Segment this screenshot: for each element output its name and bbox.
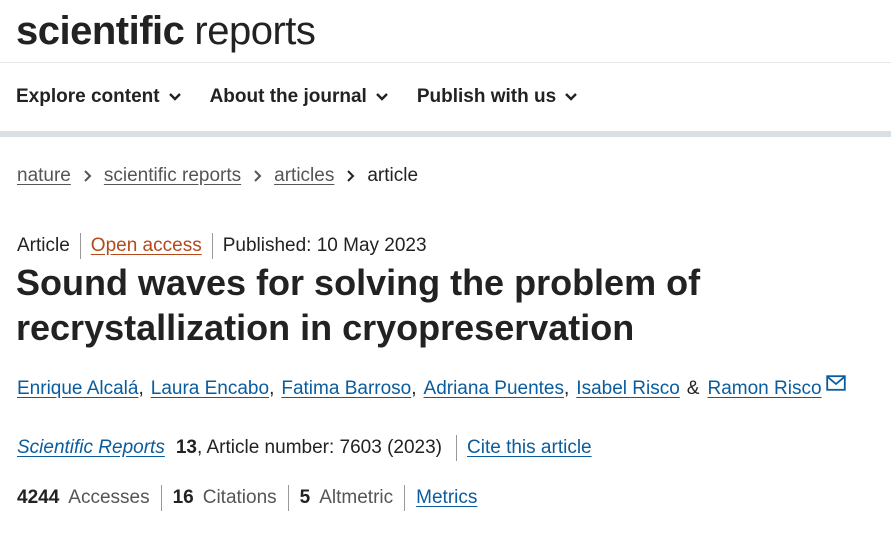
author-separator: , [411, 378, 417, 399]
breadcrumb-nature[interactable]: nature [17, 165, 71, 187]
chevron-down-icon [375, 92, 389, 102]
author-link[interactable]: Laura Encabo [151, 378, 269, 400]
mail-icon[interactable] [825, 375, 846, 391]
journal-citation: Scientific Reports 13 , Article number: … [17, 433, 592, 463]
chevron-right-icon [253, 169, 262, 183]
author-link[interactable]: Fatima Barroso [281, 378, 411, 400]
nav-about-journal[interactable]: About the journal [210, 86, 389, 108]
main-nav: Explore content About the journal Publis… [16, 63, 606, 131]
accesses-label: Accesses [68, 487, 150, 508]
open-access-link[interactable]: Open access [91, 235, 202, 257]
altmetric-label: Altmetric [319, 487, 394, 508]
breadcrumb-scientific-reports[interactable]: scientific reports [104, 165, 241, 187]
author-separator: , [138, 378, 144, 399]
volume-number: 13 [175, 437, 197, 458]
published-date: Published: 10 May 2023 [222, 235, 427, 256]
altmetric-count: 5 [299, 487, 311, 508]
journal-divider [456, 435, 458, 461]
journal-logo[interactable]: scientific reports [16, 0, 316, 62]
author-separator: , [564, 378, 570, 399]
nav-explore-content[interactable]: Explore content [16, 86, 182, 108]
nav-item-label: Publish with us [416, 86, 557, 107]
citations-label: Citations [202, 487, 277, 508]
logo-bold-text: scientific [16, 8, 185, 53]
article-meta: Article Open access Published: 10 May 20… [17, 232, 427, 260]
chevron-right-icon [346, 169, 355, 183]
accesses-count: 4244 [17, 487, 60, 508]
metrics-divider [404, 485, 406, 511]
nav-item-label: Explore content [16, 86, 160, 107]
chevron-right-icon [83, 169, 92, 183]
chevron-down-icon [168, 92, 182, 102]
citations-count: 16 [172, 487, 194, 508]
meta-divider [79, 233, 81, 259]
chevron-down-icon [564, 92, 578, 102]
metrics-divider [287, 485, 289, 511]
author-ampersand: & [686, 378, 700, 399]
breadcrumb-articles[interactable]: articles [274, 165, 334, 187]
journal-link[interactable]: Scientific Reports [17, 437, 165, 459]
author-list: Enrique Alcalá, Laura Encabo, Fatima Bar… [17, 374, 846, 404]
author-link[interactable]: Adriana Puentes [424, 378, 565, 400]
metrics-divider [160, 485, 162, 511]
article-title: Sound waves for solving the problem of r… [16, 262, 701, 348]
author-link[interactable]: Ramon Risco [707, 378, 821, 400]
author-separator: , [269, 378, 275, 399]
nav-bottom-bar [0, 131, 891, 137]
author-link[interactable]: Enrique Alcalá [17, 378, 138, 400]
article-metrics: 4244 Accesses 16 Citations 5 Altmetric M… [17, 483, 477, 513]
logo-light-text: reports [194, 8, 316, 53]
breadcrumb-current: article [367, 165, 419, 186]
nav-publish-with-us[interactable]: Publish with us [417, 86, 578, 108]
author-link[interactable]: Isabel Risco [576, 378, 680, 400]
nav-item-label: About the journal [209, 86, 367, 107]
article-page: scientific reports Explore content About… [0, 0, 891, 542]
breadcrumb: nature scientific reports articles artic… [17, 162, 418, 190]
metrics-link[interactable]: Metrics [416, 487, 477, 509]
cite-article-link[interactable]: Cite this article [467, 437, 592, 459]
article-type: Article [17, 235, 70, 256]
article-number: , Article number: 7603 (2023) [196, 437, 443, 458]
meta-divider [211, 233, 213, 259]
